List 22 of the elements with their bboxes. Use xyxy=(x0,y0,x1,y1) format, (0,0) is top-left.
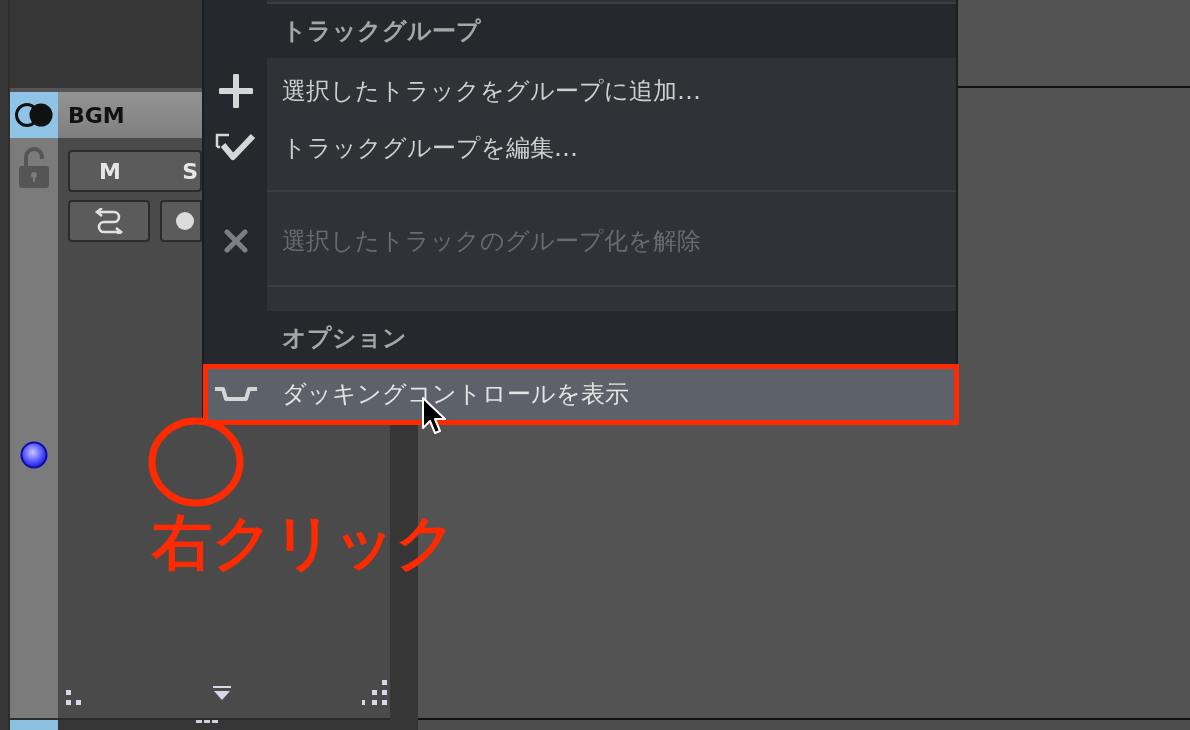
solo-button[interactable]: S xyxy=(150,152,200,190)
section-heading: トラックグループ xyxy=(282,16,481,47)
annotation-circle-icon xyxy=(148,417,244,507)
dot-icon xyxy=(20,441,48,469)
plus-icon xyxy=(218,73,253,108)
close-icon xyxy=(223,228,248,253)
bracket-check-icon xyxy=(214,132,257,163)
section-heading: オプション xyxy=(282,323,407,354)
swap-arrows-icon xyxy=(94,208,124,234)
record-button[interactable] xyxy=(160,200,202,242)
record-dot-icon xyxy=(176,212,194,230)
collapse-down-icon[interactable] xyxy=(213,686,231,700)
menu-item[interactable]: トラックグループを編集… xyxy=(204,119,956,176)
loop-button[interactable] xyxy=(68,200,150,242)
ducking-curve-icon xyxy=(213,385,258,402)
annotation-label: 右クリック xyxy=(152,512,456,572)
mute-button[interactable]: M xyxy=(70,152,150,190)
drag-handle-icon[interactable] xyxy=(196,720,218,724)
menu-item[interactable]: 選択したトラックをグループに追加… xyxy=(204,62,956,119)
track-name: BGM xyxy=(68,101,125,130)
resize-grip-icon xyxy=(362,680,388,706)
overlapping-circles-icon[interactable] xyxy=(14,102,54,128)
